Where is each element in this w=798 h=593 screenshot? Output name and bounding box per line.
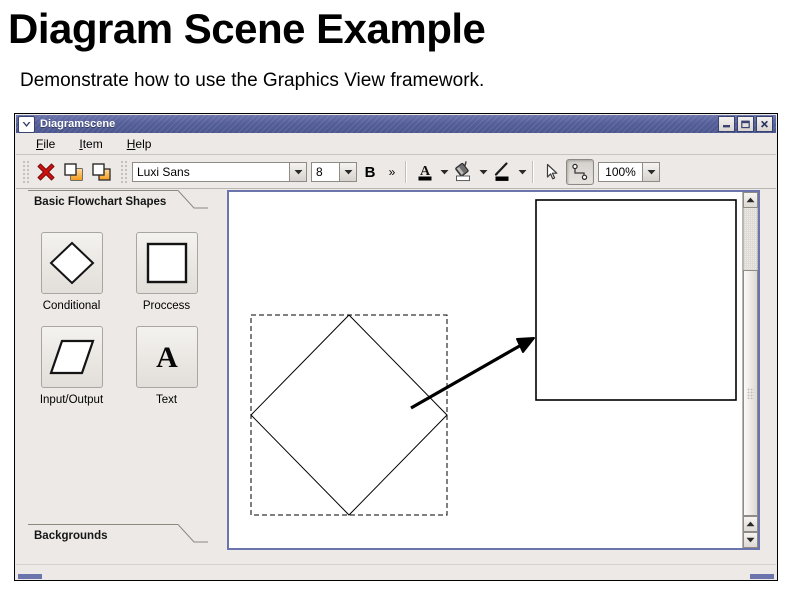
scrollbar-thumb[interactable] bbox=[743, 270, 758, 516]
tab-top-line bbox=[28, 190, 178, 191]
toolbar-drag-handle-2[interactable] bbox=[119, 159, 127, 185]
minimize-icon[interactable] bbox=[718, 116, 735, 132]
menu-item-help[interactable]: Help bbox=[125, 136, 154, 152]
menu-item-file[interactable]: File bbox=[34, 136, 57, 152]
font-size-value: 8 bbox=[316, 165, 323, 179]
process-square-item[interactable] bbox=[535, 199, 737, 401]
main-toolbar: Luxi Sans 8 B » A 100% bbox=[16, 156, 776, 189]
window-controls bbox=[718, 116, 773, 132]
shape-label-text: Text bbox=[155, 394, 178, 406]
fill-color-dropdown-icon[interactable] bbox=[478, 159, 489, 185]
graphics-view[interactable] bbox=[227, 190, 760, 550]
maximize-icon[interactable] bbox=[737, 116, 754, 132]
page-title: Diagram Scene Example bbox=[8, 5, 486, 52]
font-family-value: Luxi Sans bbox=[137, 165, 190, 179]
menu-item-item[interactable]: Item bbox=[77, 136, 104, 152]
window-titlebar[interactable]: Diagramscene bbox=[16, 115, 776, 133]
window-title: Diagramscene bbox=[40, 118, 116, 130]
text-A-icon[interactable]: A bbox=[135, 326, 198, 388]
scrollbar-thumb-grip bbox=[747, 387, 754, 399]
line-color-dropdown-icon[interactable] bbox=[517, 159, 528, 185]
toolbar-separator-2 bbox=[532, 161, 534, 183]
line-connector-icon[interactable] bbox=[566, 159, 594, 185]
tab-corner-bottom bbox=[177, 524, 208, 550]
fill-color-bucket-icon[interactable] bbox=[450, 159, 478, 185]
font-color-dropdown-icon[interactable] bbox=[439, 159, 450, 185]
window-body: Basic Flowchart Shapes Conditional Procc… bbox=[16, 190, 776, 565]
zoom-dropdown-icon[interactable] bbox=[642, 163, 659, 181]
shape-grid: Conditional Proccess Input/Output A Text bbox=[24, 232, 221, 420]
scroll-up-icon[interactable] bbox=[743, 192, 758, 208]
svg-text:A: A bbox=[156, 341, 178, 374]
tab-bottom-line bbox=[28, 524, 178, 525]
page-subtitle: Demonstrate how to use the Graphics View… bbox=[20, 70, 485, 91]
send-to-back-icon[interactable] bbox=[88, 159, 116, 185]
diagram-scene[interactable] bbox=[229, 192, 742, 548]
menu-help-rest: elp bbox=[135, 136, 152, 151]
square-shape-icon[interactable] bbox=[135, 232, 198, 294]
diamond-shape-icon[interactable] bbox=[40, 232, 103, 294]
shape-item-conditional[interactable]: Conditional bbox=[24, 232, 119, 312]
toolbox-tab-backgrounds[interactable]: Backgrounds bbox=[28, 524, 211, 550]
zoom-combo[interactable]: 100% bbox=[598, 162, 660, 182]
line-color-pencil-icon[interactable] bbox=[489, 159, 517, 185]
tab-corner bbox=[177, 190, 208, 216]
shape-item-proccess[interactable]: Proccess bbox=[119, 232, 214, 312]
bring-to-front-icon[interactable] bbox=[60, 159, 88, 185]
close-icon[interactable] bbox=[756, 116, 773, 132]
size-grip-right[interactable] bbox=[750, 574, 774, 579]
font-size-combo[interactable]: 8 bbox=[311, 162, 357, 182]
size-grip-left[interactable] bbox=[18, 574, 42, 579]
toolbox-tab-label-top: Basic Flowchart Shapes bbox=[34, 196, 167, 208]
toolbox-tab-basic-flowchart-shapes[interactable]: Basic Flowchart Shapes bbox=[28, 190, 211, 216]
arrow-connector-item[interactable] bbox=[410, 337, 535, 410]
toolbar-separator-1 bbox=[405, 161, 407, 183]
scroll-down-icon[interactable] bbox=[743, 532, 758, 548]
titlebar-texture bbox=[16, 115, 776, 133]
diagram-scene-svg bbox=[250, 199, 737, 516]
screenshot-root: Diagram Scene Example Demonstrate how to… bbox=[0, 0, 798, 593]
shape-label-conditional: Conditional bbox=[42, 300, 101, 312]
shape-label-proccess: Proccess bbox=[142, 300, 191, 312]
shape-row-2: Input/Output A Text bbox=[24, 326, 221, 406]
scrollbar-trough-upper[interactable] bbox=[743, 208, 758, 270]
toolbox-tab-label-bottom: Backgrounds bbox=[34, 530, 108, 542]
menu-file-rest: ile bbox=[43, 136, 56, 151]
statusbar bbox=[16, 564, 776, 579]
font-color-A-icon[interactable]: A bbox=[411, 159, 439, 185]
diagramscene-window: Diagramscene File Item Help Luxi Sans 8 … bbox=[14, 113, 778, 581]
parallelogram-shape-icon[interactable] bbox=[40, 326, 103, 388]
bold-button[interactable]: B bbox=[357, 159, 383, 185]
font-size-dropdown-icon[interactable] bbox=[339, 163, 356, 181]
shape-toolbox: Basic Flowchart Shapes Conditional Procc… bbox=[24, 190, 221, 565]
chevron-down-icon[interactable] bbox=[18, 115, 35, 133]
shape-label-input-output: Input/Output bbox=[39, 394, 104, 406]
menu-item-rest: tem bbox=[82, 136, 103, 151]
pointer-arrow-icon[interactable] bbox=[538, 159, 566, 185]
scroll-up-icon-bottom[interactable] bbox=[743, 516, 758, 532]
toolbar-overflow-button[interactable]: » bbox=[383, 159, 401, 185]
canvas-vertical-scrollbar[interactable] bbox=[742, 192, 758, 548]
red-x-delete-icon[interactable] bbox=[32, 159, 60, 185]
conditional-diamond-item[interactable] bbox=[250, 314, 448, 516]
shape-row-1: Conditional Proccess bbox=[24, 232, 221, 312]
zoom-level-value: 100% bbox=[605, 165, 636, 179]
toolbar-drag-handle-1[interactable] bbox=[21, 159, 29, 185]
font-family-dropdown-icon[interactable] bbox=[289, 163, 306, 181]
shape-item-input-output[interactable]: Input/Output bbox=[24, 326, 119, 406]
shape-item-text[interactable]: A Text bbox=[119, 326, 214, 406]
menubar: File Item Help bbox=[16, 133, 776, 155]
font-family-combo[interactable]: Luxi Sans bbox=[132, 162, 307, 182]
